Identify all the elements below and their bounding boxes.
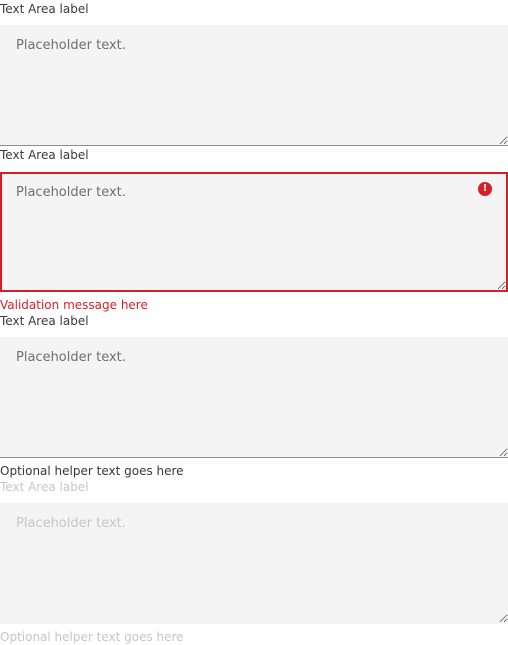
text-area-label: Text Area label xyxy=(0,314,89,328)
helper-text-disabled: Optional helper text goes here xyxy=(0,630,184,644)
text-area-input-disabled xyxy=(0,503,508,624)
helper-text: Optional helper text goes here xyxy=(0,464,184,478)
text-area-container xyxy=(0,25,508,146)
text-area-container xyxy=(0,337,508,458)
validation-message: Validation message here xyxy=(0,298,148,312)
text-area-container-invalid: ! xyxy=(0,172,508,292)
text-area-label: Text Area label xyxy=(0,2,89,16)
text-area-label: Text Area label xyxy=(0,148,89,162)
text-area-input[interactable] xyxy=(0,25,508,146)
text-area-label-disabled: Text Area label xyxy=(0,480,89,494)
text-area-input-invalid[interactable] xyxy=(0,172,508,292)
text-area-container-disabled xyxy=(0,503,508,624)
text-area-input[interactable] xyxy=(0,337,508,458)
warning-filled-icon: ! xyxy=(478,182,492,196)
